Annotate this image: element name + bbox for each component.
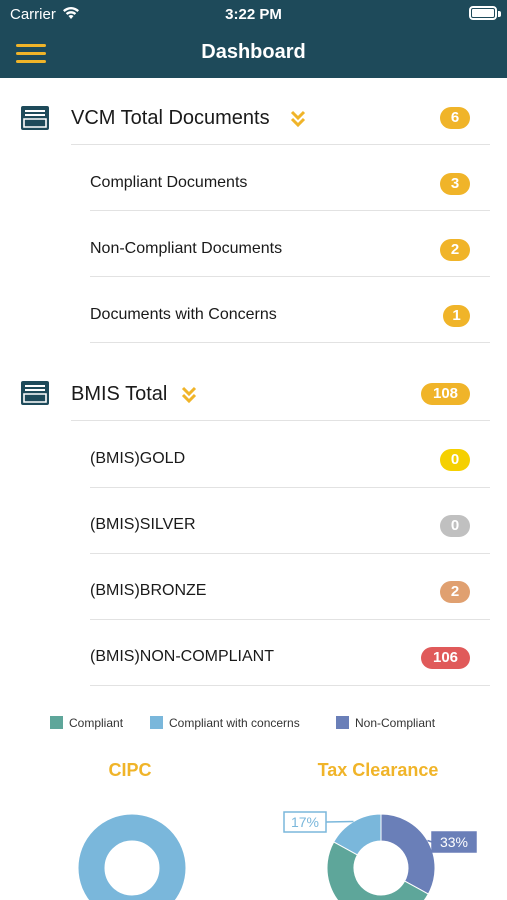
tax-clearance-donut-chart: 17% 33%: [283, 811, 477, 900]
legend-label: Compliant with concerns: [169, 716, 300, 730]
legend-item-compliant-with-concerns: Compliant with concerns: [150, 716, 300, 730]
count-badge: 1: [443, 305, 470, 327]
document-tray-icon: [21, 381, 49, 405]
list-item-label: Non-Compliant Documents: [90, 240, 283, 257]
count-badge: 2: [440, 581, 470, 603]
divider: [90, 685, 490, 686]
legend-label: Non-Compliant: [355, 716, 436, 730]
cipc-donut-chart: [77, 813, 187, 900]
divider: [71, 144, 490, 145]
document-tray-icon: [21, 106, 49, 130]
list-item-non-compliant-documents[interactable]: Non-Compliant Documents 2: [90, 218, 490, 282]
bmis-total-header[interactable]: BMIS Total 108: [0, 364, 507, 424]
divider: [71, 420, 490, 421]
clock: 3:22 PM: [225, 6, 282, 23]
list-item-label: Compliant Documents: [90, 174, 248, 191]
count-badge: 0: [440, 449, 470, 471]
battery-tip: [498, 11, 501, 17]
count-badge: 3: [440, 173, 470, 195]
list-item-bmis-gold[interactable]: (BMIS)GOLD 0: [90, 428, 490, 492]
count-badge: 106: [421, 647, 470, 669]
divider: [90, 342, 490, 343]
list-item-label: (BMIS)BRONZE: [90, 582, 207, 599]
chevron-double-down-icon[interactable]: [181, 386, 197, 404]
divider: [90, 276, 490, 277]
hamburger-menu-button[interactable]: [16, 44, 46, 64]
count-badge: 0: [440, 515, 470, 537]
list-item-bmis-non-compliant[interactable]: (BMIS)NON-COMPLIANT 106: [90, 626, 490, 690]
legend-swatch: [50, 716, 63, 729]
list-item-compliant-documents[interactable]: Compliant Documents 3: [90, 152, 490, 216]
list-item-bmis-bronze[interactable]: (BMIS)BRONZE 2: [90, 560, 490, 624]
cipc-chart-title: CIPC: [108, 760, 152, 780]
vcm-total-title: VCM Total Documents: [71, 107, 270, 129]
tax-clearance-chart-title: Tax Clearance: [317, 760, 439, 780]
nav-bar: Dashboard: [0, 30, 507, 78]
pie-slice-non-compliant: [380, 813, 436, 895]
vcm-total-badge: 6: [440, 107, 470, 129]
bmis-total-badge: 108: [421, 383, 470, 405]
chevron-double-down-icon[interactable]: [290, 110, 306, 128]
count-badge: 2: [440, 239, 470, 261]
data-label: 33%: [440, 834, 468, 850]
divider: [90, 553, 490, 554]
legend-swatch: [150, 716, 163, 729]
legend-item-compliant: Compliant: [50, 716, 123, 730]
legend-swatch: [336, 716, 349, 729]
status-bar: Carrier 3:22 PM: [0, 0, 507, 30]
page-title: Dashboard: [201, 41, 306, 63]
battery-icon: [469, 6, 497, 20]
pie-slice-compliant-with-concerns: [77, 813, 187, 900]
list-item-label: Documents with Concerns: [90, 306, 277, 323]
list-item-label: (BMIS)SILVER: [90, 516, 196, 533]
divider: [90, 210, 490, 211]
chart-legend: Compliant Compliant with concerns Non-Co…: [0, 716, 507, 734]
legend-label: Compliant: [69, 716, 124, 730]
list-item-bmis-silver[interactable]: (BMIS)SILVER 0: [90, 494, 490, 558]
divider: [90, 487, 490, 488]
list-item-label: (BMIS)GOLD: [90, 450, 186, 467]
divider: [90, 619, 490, 620]
data-label: 17%: [291, 814, 319, 830]
list-item-label: (BMIS)NON-COMPLIANT: [90, 648, 274, 665]
list-item-documents-with-concerns[interactable]: Documents with Concerns 1: [90, 284, 490, 348]
vcm-total-header[interactable]: VCM Total Documents 6: [0, 88, 507, 148]
bmis-total-title: BMIS Total: [71, 383, 168, 405]
legend-item-non-compliant: Non-Compliant: [336, 716, 435, 730]
